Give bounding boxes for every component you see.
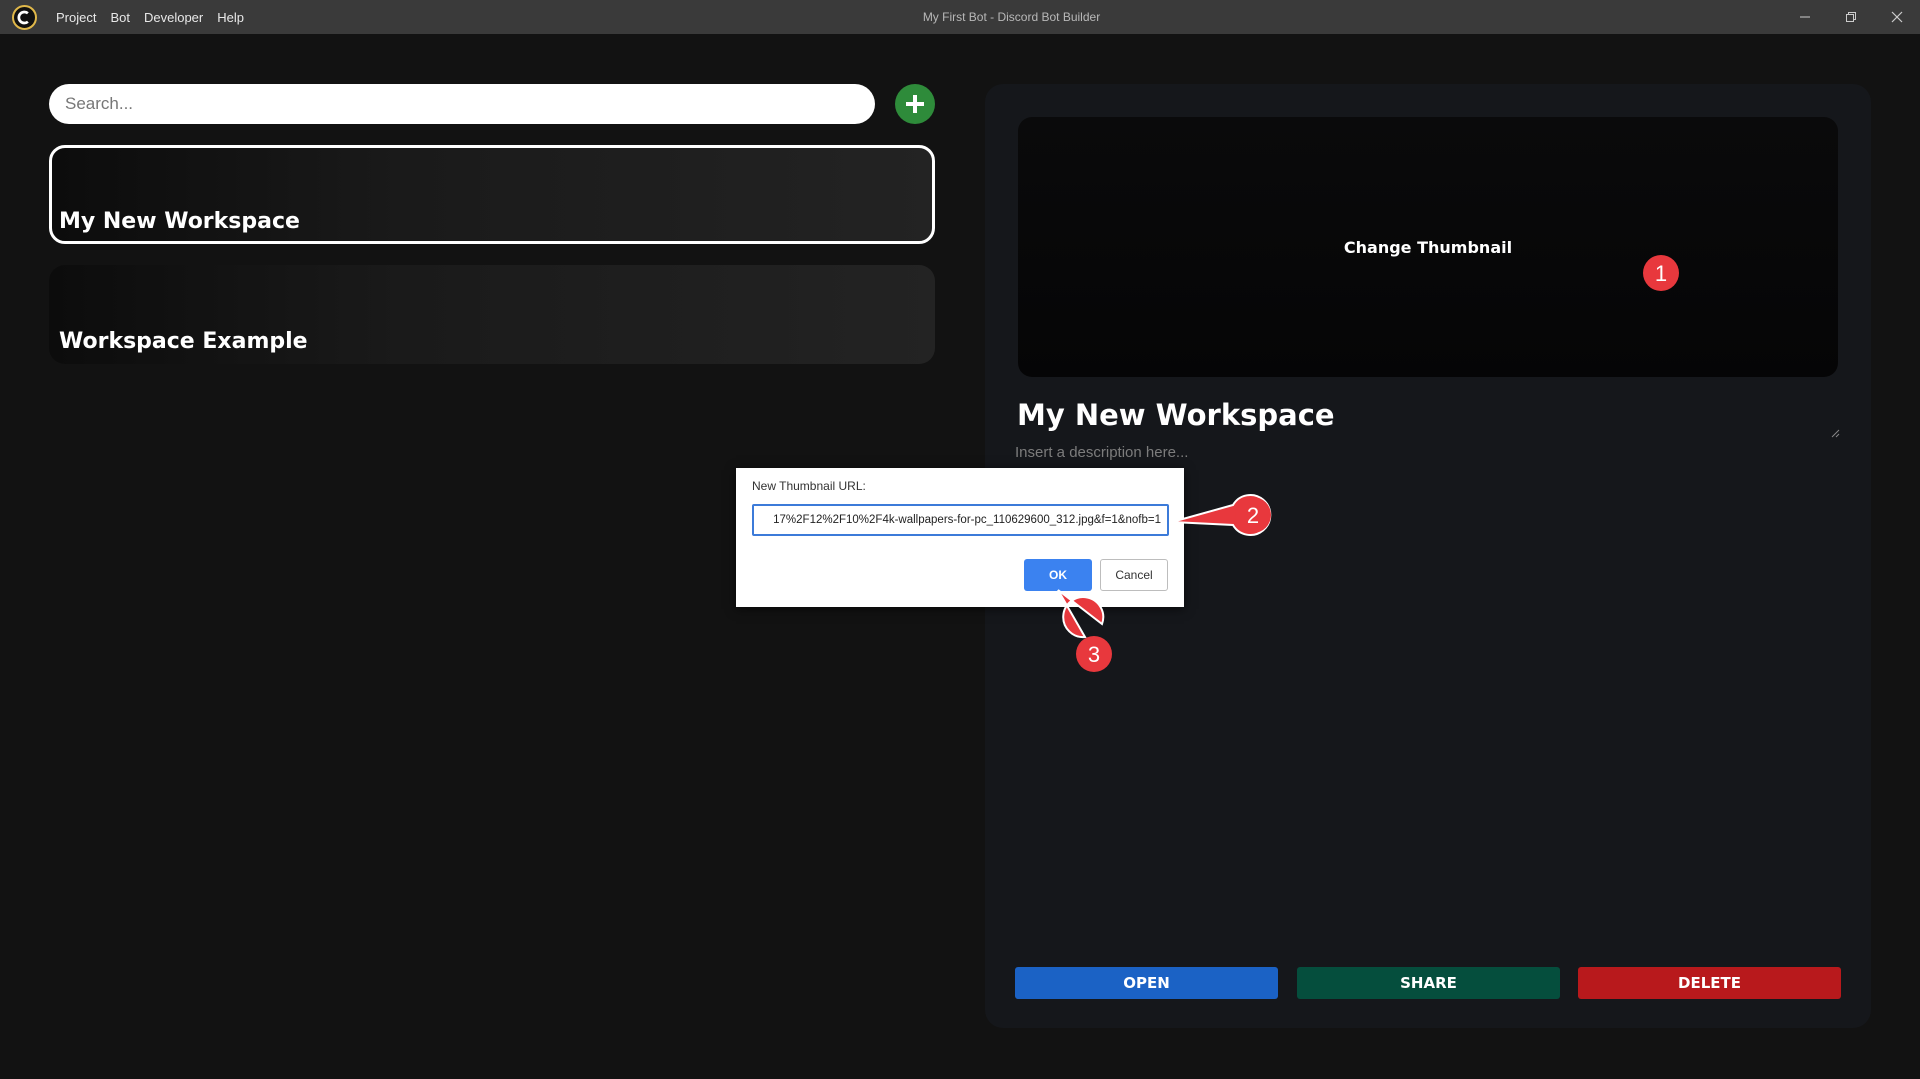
description-field[interactable] xyxy=(1015,444,1841,466)
window-controls xyxy=(1782,0,1920,34)
workspace-title[interactable]: My New Workspace xyxy=(1017,398,1335,432)
search-input[interactable] xyxy=(49,84,875,124)
workspace-card-my-new-workspace[interactable]: My New Workspace xyxy=(49,145,935,244)
open-button[interactable]: OPEN xyxy=(1015,967,1278,999)
plus-icon xyxy=(906,95,924,113)
workspace-card-title: Workspace Example xyxy=(59,329,308,354)
title-bar: Project Bot Developer Help My First Bot … xyxy=(0,0,1920,34)
workspace-card-workspace-example[interactable]: Workspace Example xyxy=(49,265,935,364)
ok-button[interactable]: OK xyxy=(1024,559,1092,591)
cancel-button[interactable]: Cancel xyxy=(1100,559,1168,591)
thumbnail-url-dialog: New Thumbnail URL: OK Cancel xyxy=(736,468,1184,607)
change-thumbnail-label: Change Thumbnail xyxy=(1343,237,1513,257)
window-title: My First Bot - Discord Bot Builder xyxy=(922,10,1101,24)
add-workspace-button[interactable] xyxy=(895,84,935,124)
delete-button[interactable]: DELETE xyxy=(1578,967,1841,999)
thumbnail-area[interactable]: Change Thumbnail xyxy=(1018,117,1838,377)
minimize-icon[interactable] xyxy=(1782,0,1828,34)
dialog-label: New Thumbnail URL: xyxy=(752,479,866,493)
workspace-card-title: My New Workspace xyxy=(59,209,300,234)
restore-icon[interactable] xyxy=(1828,0,1874,34)
thumbnail-url-input[interactable] xyxy=(752,504,1169,536)
resize-grip-icon[interactable] xyxy=(1830,428,1840,438)
close-icon[interactable] xyxy=(1874,0,1920,34)
share-button[interactable]: SHARE xyxy=(1297,967,1560,999)
